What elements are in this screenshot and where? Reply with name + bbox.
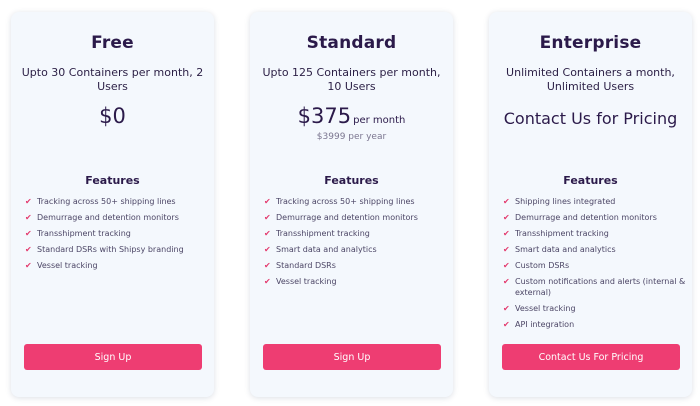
price-amount: $375 [297,104,352,128]
plan-name: Enterprise [539,33,642,53]
pricing-card-free: Free Upto 30 Containers per month, 2 Use… [11,12,214,397]
feature-text: Vessel tracking [37,261,98,270]
feature-text: API integration [515,320,575,329]
feature-item: ✔ API integration [503,319,686,330]
feature-item: ✔ Standard DSRs [264,260,447,271]
feature-list: ✔ Shipping lines integrated ✔ Demurrage an… [503,196,686,335]
feature-text: Transshipment tracking [515,229,609,238]
contact-pricing-text: Contact Us for Pricing [503,109,678,128]
check-icon: ✔ [503,304,510,313]
feature-item: ✔ Transshipment tracking [264,228,447,239]
sign-up-button[interactable]: Sign Up [263,344,441,370]
feature-text: Shipping lines integrated [515,197,616,206]
pricing-section: Free Upto 30 Containers per month, 2 Use… [0,0,700,406]
feature-text: Transshipment tracking [276,229,370,238]
sign-up-button[interactable]: Sign Up [24,344,202,370]
feature-text: Smart data and analytics [515,245,616,254]
feature-item: ✔ Tracking across 50+ shipping lines [25,196,208,207]
check-icon: ✔ [25,261,32,270]
price-amount: $0 [99,104,126,128]
features-heading: Features [85,174,140,187]
feature-text: Demurrage and detention monitors [37,213,179,222]
check-icon: ✔ [264,197,271,206]
contact-us-for-pricing-button[interactable]: Contact Us For Pricing [502,344,680,370]
check-icon: ✔ [25,229,32,238]
price-yearly: $3999 per year [316,132,387,142]
check-icon: ✔ [503,320,510,329]
feature-list: ✔ Tracking across 50+ shipping lines ✔ Dem… [264,196,447,292]
plan-name: Standard [306,33,397,53]
feature-item: ✔ Tracking across 50+ shipping lines [264,196,447,207]
feature-text: Tracking across 50+ shipping lines [37,197,176,206]
check-icon: ✔ [503,261,510,270]
feature-item: ✔ Smart data and analytics [503,244,686,255]
plan-description: Upto 125 Containers per month, 10 Users [262,66,441,93]
check-icon: ✔ [503,277,510,286]
pricing-card-standard: Standard Upto 125 Containers per month, … [250,12,453,397]
feature-item: ✔ Demurrage and detention monitors [503,212,686,223]
pricing-card-enterprise: Enterprise Unlimited Containers a month,… [489,12,692,397]
check-icon: ✔ [25,245,32,254]
price-row: $375 per month [250,104,453,128]
feature-item: ✔ Vessel tracking [264,276,447,287]
features-heading: Features [563,174,618,187]
check-icon: ✔ [503,213,510,222]
feature-text: Vessel tracking [515,304,576,313]
feature-text: Standard DSRs with Shipsy branding [37,245,184,254]
feature-text: Tracking across 50+ shipping lines [276,197,415,206]
feature-text: Custom DSRs [515,261,570,270]
feature-text: Custom notifications and alerts (interna… [515,277,686,297]
check-icon: ✔ [25,197,32,206]
feature-text: Smart data and analytics [276,245,377,254]
feature-item: ✔ Custom DSRs [503,260,686,271]
check-icon: ✔ [503,229,510,238]
feature-list: ✔ Tracking across 50+ shipping lines ✔ Dem… [25,196,208,276]
plan-name: Free [91,33,134,53]
feature-item: ✔ Smart data and analytics [264,244,447,255]
check-icon: ✔ [264,245,271,254]
feature-item: ✔ Standard DSRs with Shipsy branding [25,244,208,255]
feature-text: Standard DSRs [276,261,336,270]
check-icon: ✔ [503,197,510,206]
feature-item: ✔ Demurrage and detention monitors [25,212,208,223]
feature-item: ✔ Demurrage and detention monitors [264,212,447,223]
feature-text: Transshipment tracking [37,229,131,238]
feature-item: ✔ Custom notifications and alerts (intern… [503,276,686,298]
feature-item: ✔ Shipping lines integrated [503,196,686,207]
feature-item: ✔ Vessel tracking [25,260,208,271]
check-icon: ✔ [264,213,271,222]
price-period: per month [353,115,406,126]
feature-item: ✔ Transshipment tracking [25,228,208,239]
features-heading: Features [324,174,379,187]
feature-text: Demurrage and detention monitors [515,213,657,222]
feature-text: Vessel tracking [276,277,337,286]
check-icon: ✔ [25,213,32,222]
price-row: $0 [11,104,214,128]
check-icon: ✔ [264,277,271,286]
plan-description: Upto 30 Containers per month, 2 Users [21,66,204,93]
check-icon: ✔ [503,245,510,254]
plan-description: Unlimited Containers a month, Unlimited … [506,66,675,93]
feature-item: ✔ Vessel tracking [503,303,686,314]
feature-item: ✔ Transshipment tracking [503,228,686,239]
check-icon: ✔ [264,261,271,270]
check-icon: ✔ [264,229,271,238]
feature-text: Demurrage and detention monitors [276,213,418,222]
